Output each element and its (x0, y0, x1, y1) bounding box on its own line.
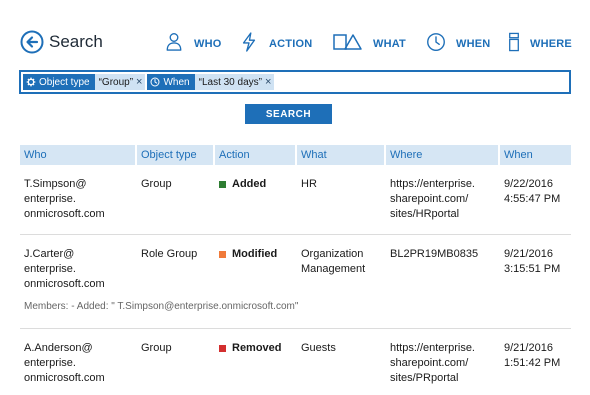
cell-when: 9/21/2016 3:15:51 PM (504, 248, 561, 275)
action-label: Removed (232, 342, 282, 354)
person-icon (166, 33, 182, 51)
nav-who[interactable]: WHO (165, 28, 225, 60)
row-detail: Members: - Added: " T.Simpson@enterprise… (20, 295, 571, 328)
action-label: Added (232, 178, 267, 190)
action-label: Modified (232, 248, 278, 260)
table-header-row: Who Object type Action What Where When (20, 145, 571, 165)
cell-who: A.Anderson@ enterprise. onmicrosoft.com (24, 342, 105, 384)
filter-chip-field-label: Object type (39, 76, 90, 88)
cell-when: 9/22/2016 4:55:47 PM (504, 178, 561, 205)
remove-filter-icon[interactable]: × (136, 76, 142, 88)
results-table: Who Object type Action What Where When T… (20, 145, 571, 395)
filter-category-nav: WHO ACTION WHAT WHEN WHERE (20, 28, 580, 60)
cell-where: BL2PR19MB0835 (390, 248, 479, 260)
table-row[interactable]: T.Simpson@ enterprise. onmicrosoft.com Gro… (20, 165, 571, 234)
cell-action: Removed (213, 329, 295, 395)
action-status-marker (219, 180, 226, 188)
filter-chips: Object type “Group” × When “Last 30 days… (23, 74, 276, 90)
shapes-icon (333, 34, 362, 50)
search-button[interactable]: SEARCH (245, 104, 332, 124)
column-header-what[interactable]: What (295, 145, 384, 165)
clock-icon (427, 33, 445, 51)
cell-who: T.Simpson@ enterprise. onmicrosoft.com (24, 178, 105, 220)
cell-who: J.Carter@ enterprise. onmicrosoft.com (24, 248, 105, 290)
action-status-marker (219, 250, 226, 258)
nav-when[interactable]: WHEN (425, 28, 495, 60)
cell-object-type: Group (141, 178, 172, 190)
table-row[interactable]: J.Carter@ enterprise. onmicrosoft.com Role… (20, 235, 571, 295)
search-input[interactable] (303, 72, 569, 92)
column-header-when[interactable]: When (498, 145, 571, 165)
column-header-where[interactable]: Where (384, 145, 498, 165)
nav-what-label: WHAT (373, 38, 406, 50)
action-status-marker (219, 344, 226, 352)
nav-where-label: WHERE (530, 38, 572, 50)
cell-what: HR (301, 178, 317, 190)
nav-what[interactable]: WHAT (332, 28, 412, 60)
lightning-icon (242, 32, 256, 52)
column-header-who[interactable]: Who (20, 145, 135, 165)
cell-object-type: Group (141, 342, 172, 354)
nav-action-label: ACTION (269, 38, 313, 50)
cell-what: Organization Management (301, 248, 366, 275)
cell-action: Modified (213, 235, 295, 295)
cell-object-type: Role Group (141, 248, 198, 260)
cell-where: https://enterprise. sharepoint.com/sites/… (390, 342, 475, 384)
change-details: Members: - Added: " T.Simpson@enterprise… (24, 301, 299, 312)
nav-where[interactable]: WHERE (508, 28, 580, 60)
header: Search WHO ACTION WHAT WHEN WHERE (20, 28, 580, 60)
filter-chip-field-label: When (163, 76, 190, 88)
filter-chip-when-field[interactable]: When (147, 74, 195, 90)
filter-chip-object-type-value[interactable]: “Group” × (94, 74, 146, 90)
nav-when-label: WHEN (456, 38, 491, 50)
filter-chip-when-value[interactable]: “Last 30 days” × (194, 74, 275, 90)
cell-where: https://enterprise. sharepoint.com/sites/… (390, 178, 475, 220)
gear-icon (26, 77, 36, 87)
nav-who-label: WHO (194, 38, 222, 50)
search-bar[interactable]: Object type “Group” × When “Last 30 days… (19, 70, 571, 94)
cell-when: 9/21/2016 1:51:42 PM (504, 342, 561, 369)
column-header-object-type[interactable]: Object type (135, 145, 213, 165)
filter-chip-value-label: “Last 30 days” (198, 76, 262, 88)
table-row[interactable]: A.Anderson@ enterprise. onmicrosoft.com Gr… (20, 329, 571, 395)
remove-filter-icon[interactable]: × (265, 76, 271, 88)
nav-action[interactable]: ACTION (240, 28, 315, 60)
cell-what: Guests (301, 342, 336, 354)
cell-action: Added (213, 165, 295, 234)
filter-chip-object-type-field[interactable]: Object type (23, 74, 95, 90)
filter-chip-value-label: “Group” (98, 76, 134, 88)
server-icon (509, 32, 519, 52)
clock-icon (150, 77, 160, 87)
column-header-action[interactable]: Action (213, 145, 295, 165)
